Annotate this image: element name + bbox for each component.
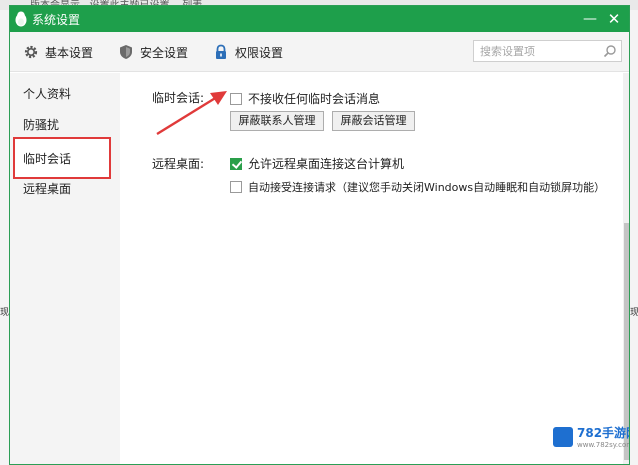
title-bar[interactable]: 系统设置 — ✕ <box>10 6 629 32</box>
gear-icon <box>24 45 38 59</box>
allow-remote-desktop-checkbox[interactable] <box>230 157 242 170</box>
blocked-sessions-button[interactable]: 屏蔽会话管理 <box>332 111 415 131</box>
close-button[interactable]: ✕ <box>604 9 624 29</box>
lock-icon <box>216 44 226 59</box>
vertical-scrollbar[interactable] <box>623 73 629 464</box>
remote-desktop-label: 远程桌面: <box>152 157 205 171</box>
settings-tab-bar: 基本设置 安全设置 权限设置 <box>10 32 629 72</box>
background-left-strip: 现 <box>0 10 9 465</box>
shield-icon <box>120 45 132 59</box>
reject-temp-session-option[interactable]: 不接收任何临时会话消息 <box>230 90 380 107</box>
sidebar-item-remote-desktop[interactable]: 远程桌面 <box>23 180 71 198</box>
tab-label: 基本设置 <box>45 45 94 60</box>
minimize-button[interactable]: — <box>580 9 600 29</box>
watermark-logo-icon <box>553 427 573 447</box>
site-watermark: 782手游网 www.782sy.com <box>553 423 630 453</box>
tab-security-settings[interactable]: 安全设置 <box>118 43 188 61</box>
tab-permission-settings[interactable]: 权限设置 <box>213 43 283 61</box>
red-arrow-annotation <box>156 91 227 136</box>
background-edge-glyph: 现 <box>0 308 10 318</box>
background-edge-glyph: 现 <box>630 308 638 318</box>
auto-accept-connection-option[interactable]: 自动接受连接请求（建议您手动关闭Windows自动睡眠和自动锁屏功能） <box>230 179 605 195</box>
reject-temp-session-checkbox[interactable] <box>230 92 242 105</box>
sidebar-item-temp-session[interactable]: 临时会话 <box>23 150 71 168</box>
penguin-icon <box>15 11 27 27</box>
search-box[interactable] <box>473 40 622 62</box>
blocked-contacts-button[interactable]: 屏蔽联系人管理 <box>230 111 324 131</box>
sidebar-item-profile[interactable]: 个人资料 <box>23 85 71 103</box>
window-title: 系统设置 <box>32 13 81 27</box>
tab-label: 安全设置 <box>140 45 189 60</box>
watermark-url: www.782sy.com <box>577 441 630 449</box>
settings-window: 系统设置 — ✕ 基本设置 安全设置 权限设置 搜索设置项 个人资料 防骚扰 临… <box>9 5 630 465</box>
sidebar-item-anti-harassment[interactable]: 防骚扰 <box>23 116 59 134</box>
tab-label: 权限设置 <box>235 45 284 60</box>
search-icon[interactable] <box>603 44 617 58</box>
allow-remote-desktop-option[interactable]: 允许远程桌面连接这台计算机 <box>230 155 404 172</box>
watermark-brand: 782手游网 <box>577 426 629 440</box>
search-input[interactable] <box>474 41 594 61</box>
option-label: 允许远程桌面连接这台计算机 <box>248 157 405 171</box>
option-label: 不接收任何临时会话消息 <box>248 92 381 106</box>
background-right-strip: 现 <box>630 10 638 465</box>
settings-sidebar: 个人资料 防骚扰 临时会话 远程桌面 <box>10 73 120 464</box>
tab-basic-settings[interactable]: 基本设置 <box>23 43 93 61</box>
option-label: 自动接受连接请求（建议您手动关闭Windows自动睡眠和自动锁屏功能） <box>248 181 606 194</box>
settings-content: 临时会话: 不接收任何临时会话消息 屏蔽联系人管理 屏蔽会话管理 远程桌面: 允… <box>120 73 629 464</box>
auto-accept-connection-checkbox[interactable] <box>230 181 242 193</box>
